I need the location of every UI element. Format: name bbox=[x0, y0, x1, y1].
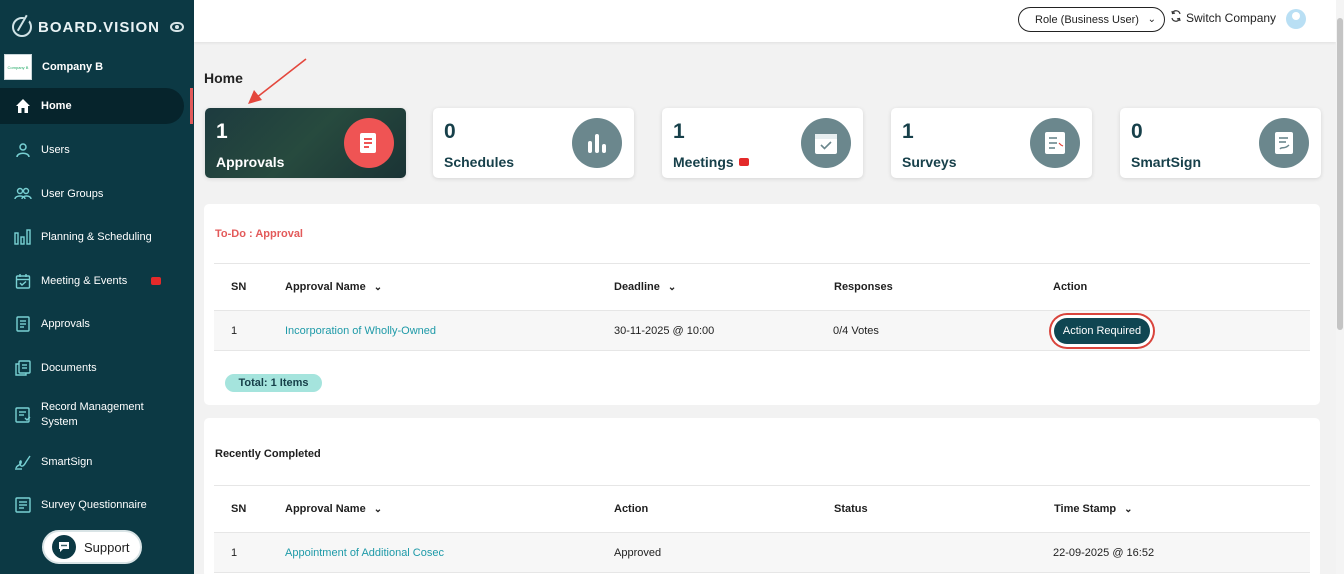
chevron-down-icon: ⌄ bbox=[1147, 14, 1156, 25]
sidebar-item-user-groups[interactable]: User Groups bbox=[0, 184, 194, 204]
brand-logo[interactable]: BOARD.VISION bbox=[12, 16, 160, 38]
eye-icon[interactable] bbox=[170, 22, 184, 32]
switch-icon bbox=[1170, 10, 1182, 25]
calendar-check-icon bbox=[801, 118, 851, 168]
sidebar-item-planning-scheduling[interactable]: Planning & Scheduling bbox=[0, 227, 194, 247]
sidebar-item-record-management[interactable]: Record Management System bbox=[0, 400, 194, 430]
bar-chart-icon bbox=[572, 118, 622, 168]
table-header: SN Approval Name ⌄ Deadline ⌄ Responses Ac… bbox=[214, 263, 1310, 311]
action-required-button[interactable]: Action Required bbox=[1054, 318, 1150, 344]
todo-title: To-Do : Approval bbox=[215, 228, 303, 240]
avatar[interactable] bbox=[1286, 9, 1306, 29]
table-row: 1 Appointment of Additional Cosec Approv… bbox=[214, 533, 1310, 573]
signature-icon bbox=[14, 453, 32, 471]
table-header: SN Approval Name ⌄ Action Status Time Sta… bbox=[214, 485, 1310, 533]
sort-approval-name[interactable]: Approval Name ⌄ bbox=[285, 503, 382, 515]
role-select[interactable]: Role (Business User) ⌄ bbox=[1018, 7, 1165, 32]
chat-badge-icon bbox=[151, 277, 161, 285]
user-groups-icon bbox=[14, 185, 32, 203]
chevron-down-icon: ⌄ bbox=[373, 281, 383, 293]
company-logo: Company B bbox=[4, 54, 32, 80]
sidebar: BOARD.VISION Company B Company B Home Us… bbox=[0, 0, 194, 574]
approvals-icon bbox=[344, 118, 394, 168]
completed-title: Recently Completed bbox=[215, 448, 321, 460]
stat-card-schedules[interactable]: 0 Schedules bbox=[433, 108, 634, 178]
approval-name-link[interactable]: Appointment of Additional Cosec bbox=[285, 547, 444, 559]
table-row: 1 Incorporation of Wholly-Owned 30-11-20… bbox=[214, 311, 1310, 351]
approval-name-link[interactable]: Incorporation of Wholly-Owned bbox=[285, 325, 436, 337]
logo-icon bbox=[12, 17, 32, 37]
smartsign-doc-icon bbox=[1259, 118, 1309, 168]
sidebar-item-approvals[interactable]: Approvals bbox=[0, 314, 194, 334]
chevron-down-icon: ⌄ bbox=[667, 281, 677, 293]
top-bar: Role (Business User) ⌄ Switch Company bbox=[194, 0, 1336, 42]
sidebar-item-home[interactable]: Home bbox=[0, 88, 184, 124]
chevron-down-icon: ⌄ bbox=[1124, 503, 1133, 515]
survey-icon bbox=[14, 496, 32, 514]
company-switcher[interactable]: Company B Company B bbox=[4, 54, 103, 80]
todo-approval-panel: To-Do : Approval SN Approval Name ⌄ Deadl… bbox=[204, 204, 1320, 405]
calendar-icon bbox=[14, 272, 32, 290]
scrollbar[interactable] bbox=[1336, 0, 1344, 574]
chevron-down-icon: ⌄ bbox=[373, 503, 383, 515]
scrollbar-thumb[interactable] bbox=[1337, 18, 1343, 330]
stat-card-meetings[interactable]: 1 Meetings bbox=[662, 108, 863, 178]
home-icon bbox=[14, 97, 32, 115]
document-list-icon bbox=[14, 315, 32, 333]
sidebar-item-survey-questionnaire[interactable]: Survey Questionnaire bbox=[0, 495, 194, 515]
record-icon bbox=[14, 406, 32, 424]
sort-approval-name[interactable]: Approval Name ⌄ bbox=[285, 281, 382, 293]
sidebar-item-users[interactable]: Users bbox=[0, 140, 194, 160]
recently-completed-panel: Recently Completed SN Approval Name ⌄ Act… bbox=[204, 418, 1320, 574]
chart-icon bbox=[14, 228, 32, 246]
stat-card-smartsign[interactable]: 0 SmartSign bbox=[1120, 108, 1321, 178]
user-icon bbox=[14, 141, 32, 159]
sort-time-stamp[interactable]: Time Stamp ⌄ bbox=[1054, 503, 1133, 515]
annotation-arrow-icon bbox=[248, 58, 307, 104]
support-button[interactable]: Support bbox=[42, 530, 142, 564]
total-items-badge: Total: 1 Items bbox=[225, 374, 322, 392]
sidebar-item-meeting-events[interactable]: Meeting & Events bbox=[0, 271, 194, 291]
company-name: Company B bbox=[42, 61, 104, 73]
page-title: Home bbox=[204, 70, 243, 86]
stat-card-surveys[interactable]: 1 Surveys bbox=[891, 108, 1092, 178]
survey-checklist-icon bbox=[1030, 118, 1080, 168]
active-indicator bbox=[190, 88, 193, 124]
switch-company-button[interactable]: Switch Company bbox=[1170, 10, 1276, 25]
documents-icon bbox=[14, 359, 32, 377]
sort-deadline[interactable]: Deadline ⌄ bbox=[614, 281, 676, 293]
stat-card-approvals[interactable]: 1 Approvals bbox=[205, 108, 406, 178]
chat-badge-icon bbox=[738, 158, 749, 166]
chat-icon bbox=[52, 535, 76, 559]
sidebar-item-smartsign[interactable]: SmartSign bbox=[0, 452, 194, 472]
sidebar-item-documents[interactable]: Documents bbox=[0, 358, 194, 378]
